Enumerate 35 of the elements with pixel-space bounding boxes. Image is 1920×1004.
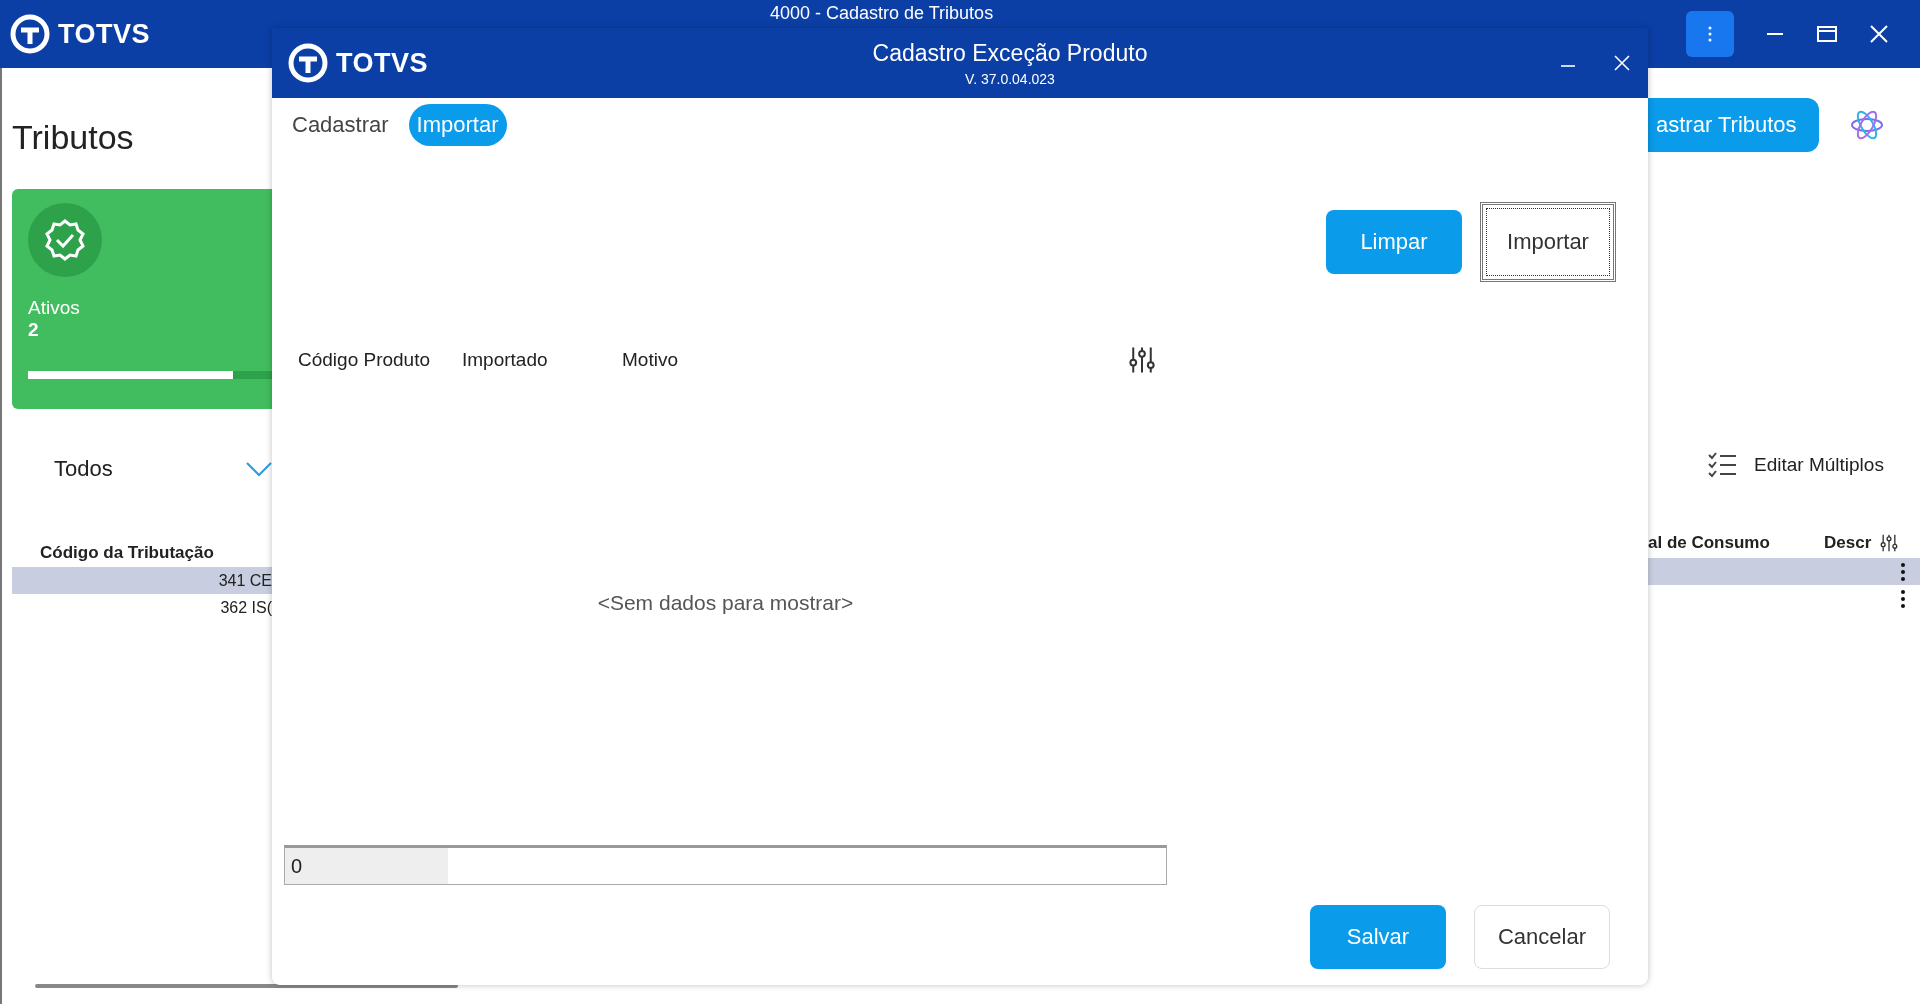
maximize-icon[interactable] — [1816, 23, 1838, 45]
row-menu-icon[interactable] — [1900, 588, 1906, 609]
logo-icon — [10, 14, 50, 54]
filter-dropdown[interactable]: Todos — [54, 456, 113, 482]
table-cell[interactable]: 362 IS( — [12, 594, 272, 621]
window-title: 4000 - Cadastro de Tributos — [770, 2, 995, 23]
column-header: Descr — [1824, 533, 1872, 553]
column-header: Código da Tributação — [39, 542, 215, 564]
more-vertical-icon — [1708, 26, 1712, 42]
import-button[interactable]: Importar — [1480, 202, 1616, 282]
dialog-title: Cadastro Exceção Produto — [872, 39, 1148, 67]
column-settings-icon[interactable] — [1127, 345, 1157, 375]
page-heading: Tributos — [12, 118, 135, 157]
tab[interactable]: Cadastrar — [284, 104, 397, 146]
column-header: al de Consumo — [1648, 533, 1771, 553]
column-header: Código Produto — [298, 349, 432, 371]
row-menu-icon[interactable] — [1900, 561, 1906, 582]
table-cell[interactable]: 341 CE — [12, 567, 272, 594]
checklist-icon[interactable] — [1708, 452, 1738, 478]
version-label: V. 37.0.04.023 — [965, 70, 1055, 87]
column-settings-icon[interactable] — [1879, 533, 1900, 553]
logo-icon — [288, 43, 328, 83]
column-header: Importado — [462, 349, 549, 371]
card-count: 2 — [28, 319, 40, 341]
cancel-button[interactable]: Cancelar — [1474, 905, 1610, 969]
logo-text: TOTVS — [58, 18, 151, 50]
empty-message: <Sem dados para mostrar> — [597, 590, 854, 615]
logo-text: TOTVS — [336, 47, 429, 79]
chevron-down-icon[interactable] — [246, 461, 272, 477]
edit-multiple-link[interactable]: Editar Múltiplos — [1754, 454, 1884, 476]
close-icon[interactable] — [1868, 23, 1890, 45]
card-label: Ativos — [28, 297, 81, 319]
close-icon[interactable] — [1612, 53, 1632, 73]
column-header: Motivo — [622, 349, 679, 371]
progress-label: 0 — [290, 855, 303, 877]
